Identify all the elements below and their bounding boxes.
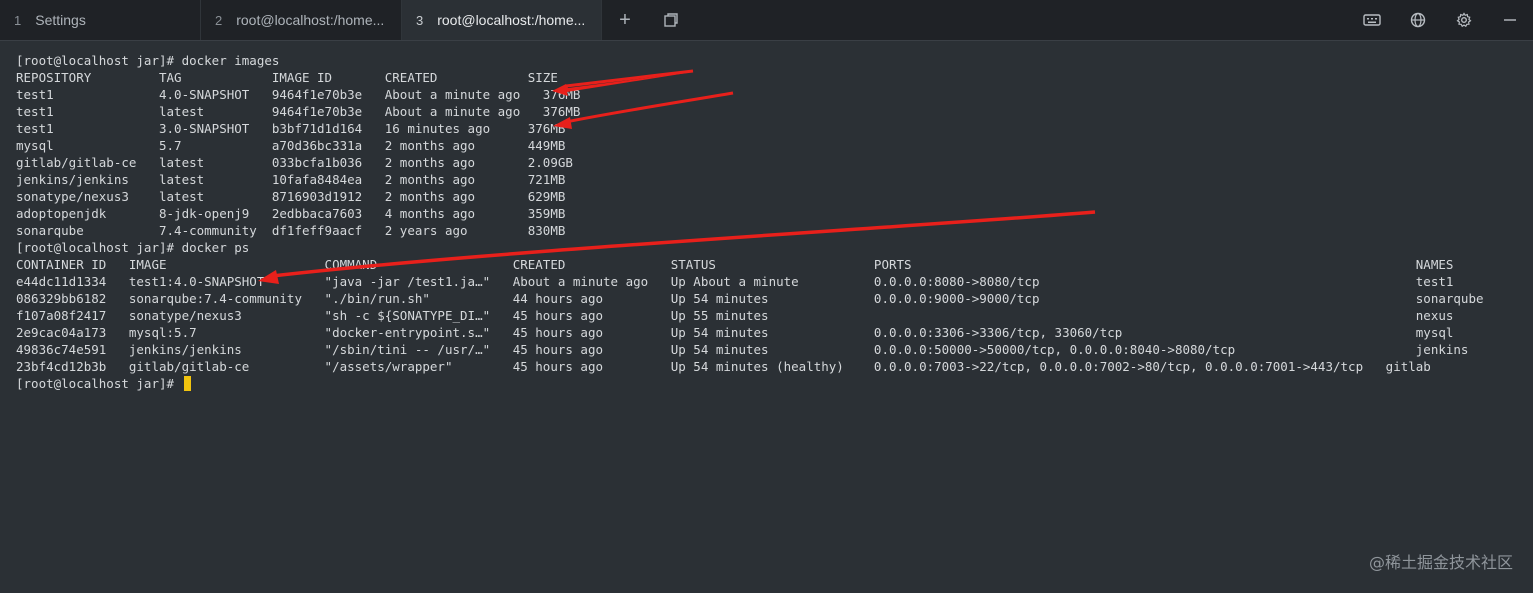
- terminal-line: e44dc11d1334 test1:4.0-SNAPSHOT "java -j…: [16, 274, 1454, 289]
- minimize-icon: [1504, 19, 1516, 21]
- terminal-line: [root@localhost jar]# docker images: [16, 53, 280, 68]
- keyboard-button[interactable]: [1349, 0, 1395, 40]
- terminal-line: 2e9cac04a173 mysql:5.7 "docker-entrypoin…: [16, 325, 1454, 340]
- tab-terminal-2[interactable]: 2 root@localhost:/home...: [201, 0, 402, 40]
- tab-number: 3: [416, 12, 424, 28]
- settings-button[interactable]: [1441, 0, 1487, 40]
- prompt-line[interactable]: [root@localhost jar]#: [16, 375, 1516, 392]
- terminal-line: REPOSITORY TAG IMAGE ID CREATED SIZE: [16, 70, 558, 85]
- tab-number: 1: [14, 12, 22, 28]
- tab-overview-button[interactable]: [648, 0, 694, 40]
- keyboard-icon: [1363, 14, 1381, 26]
- plus-icon: +: [619, 8, 631, 31]
- terminal-window: 1 Settings 2 root@localhost:/home... 3 r…: [0, 0, 1533, 593]
- terminal-line: f107a08f2417 sonatype/nexus3 "sh -c ${SO…: [16, 308, 1454, 323]
- terminal-line: 23bf4cd12b3b gitlab/gitlab-ce "/assets/w…: [16, 359, 1431, 374]
- terminal-line: 49836c74e591 jenkins/jenkins "/sbin/tini…: [16, 342, 1469, 357]
- copy-window-icon: [664, 13, 678, 27]
- terminal-line: adoptopenjdk 8-jdk-openj9 2edbbaca7603 4…: [16, 206, 566, 221]
- terminal-line: [root@localhost jar]# docker ps: [16, 240, 250, 255]
- terminal-line: test1 4.0-SNAPSHOT 9464f1e70b3e About a …: [16, 87, 581, 102]
- tab-settings[interactable]: 1 Settings: [0, 0, 201, 40]
- globe-icon: [1410, 12, 1426, 28]
- tab-bar: 1 Settings 2 root@localhost:/home... 3 r…: [0, 0, 1533, 41]
- prompt-text: [root@localhost jar]#: [16, 376, 182, 391]
- tab-label: root@localhost:/home...: [236, 12, 385, 28]
- watermark: @稀土掘金技术社区: [1368, 553, 1513, 572]
- terminal-line: jenkins/jenkins latest 10fafa8484ea 2 mo…: [16, 172, 566, 187]
- terminal-line: test1 latest 9464f1e70b3e About a minute…: [16, 104, 581, 119]
- window-controls: [1349, 0, 1533, 40]
- new-tab-button[interactable]: +: [602, 0, 648, 40]
- terminal-line: CONTAINER ID IMAGE COMMAND CREATED STATU…: [16, 257, 1454, 272]
- tab-number: 2: [215, 12, 223, 28]
- text-cursor: [183, 376, 191, 391]
- terminal-output[interactable]: [root@localhost jar]# docker images REPOS…: [16, 52, 1516, 572]
- terminal-line: sonarqube 7.4-community df1feff9aacf 2 y…: [16, 223, 566, 238]
- tab-terminal-3-active[interactable]: 3 root@localhost:/home...: [402, 0, 602, 40]
- gear-icon: [1456, 12, 1472, 28]
- terminal-line: test1 3.0-SNAPSHOT b3bf71d1d164 16 minut…: [16, 121, 566, 136]
- terminal-line: 086329bb6182 sonarqube:7.4-community "./…: [16, 291, 1484, 306]
- language-button[interactable]: [1395, 0, 1441, 40]
- tab-label: root@localhost:/home...: [437, 12, 586, 28]
- minimize-button[interactable]: [1487, 0, 1533, 40]
- terminal-line: mysql 5.7 a70d36bc331a 2 months ago 449M…: [16, 138, 566, 153]
- terminal-line: gitlab/gitlab-ce latest 033bcfa1b036 2 m…: [16, 155, 573, 170]
- tab-label: Settings: [35, 12, 86, 28]
- terminal-line: sonatype/nexus3 latest 8716903d1912 2 mo…: [16, 189, 566, 204]
